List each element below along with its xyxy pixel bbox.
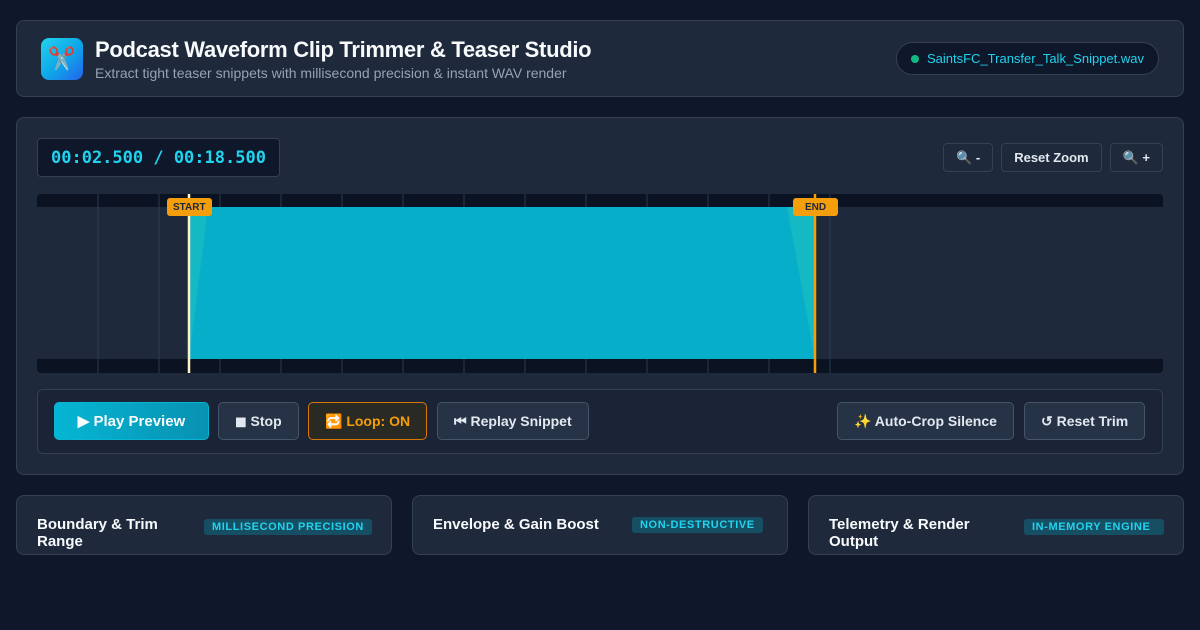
stop-button[interactable]: ◼ Stop (218, 402, 299, 440)
transport-bar: ▶ Play Preview ◼ Stop 🔁 Loop: ON ⏮ Repla… (37, 389, 1163, 454)
status-dot-icon (910, 54, 919, 63)
auto-crop-silence-button[interactable]: ✨ Auto-Crop Silence (837, 402, 1014, 440)
start-marker-label[interactable]: START (167, 198, 212, 216)
time-readout: 00:02.500 / 00:18.500 (37, 138, 280, 177)
app-subtitle: Extract tight teaser snippets with milli… (95, 65, 567, 81)
zoom-controls: 🔍 - Reset Zoom 🔍 + (943, 143, 1163, 172)
reset-trim-button[interactable]: ↺ Reset Trim (1024, 402, 1146, 440)
app-header: ✂️ Podcast Waveform Clip Trimmer & Tease… (16, 20, 1184, 97)
card-title: Envelope & Gain Boost (433, 516, 599, 533)
scissors-icon: ✂️ (41, 38, 83, 80)
boundary-trim-card: Boundary & Trim Range MILLISECOND PRECIS… (16, 495, 392, 555)
waveform-svg[interactable] (37, 194, 1163, 373)
loop-toggle-button[interactable]: 🔁 Loop: ON (308, 402, 428, 440)
zoom-in-button[interactable]: 🔍 + (1109, 143, 1163, 172)
file-name: SaintsFC_Transfer_Talk_Snippet.wav (926, 51, 1144, 66)
waveform-editor-panel: 00:02.500 / 00:18.500 🔍 - Reset Zoom 🔍 + (16, 117, 1184, 475)
card-title: Boundary & Trim Range (37, 516, 158, 550)
reset-zoom-button[interactable]: Reset Zoom (1001, 143, 1102, 172)
card-badge: NON-DESTRUCTIVE (632, 517, 763, 533)
play-preview-button[interactable]: ▶ Play Preview (54, 402, 209, 440)
telemetry-render-card: Telemetry & Render Output IN-MEMORY ENGI… (808, 495, 1184, 555)
card-badge: IN-MEMORY ENGINE (1024, 519, 1164, 535)
app-title: Podcast Waveform Clip Trimmer & Teaser S… (95, 37, 592, 62)
envelope-gain-card: Envelope & Gain Boost NON-DESTRUCTIVE (412, 495, 788, 555)
selected-region[interactable] (189, 207, 815, 359)
file-badge[interactable]: SaintsFC_Transfer_Talk_Snippet.wav (895, 42, 1159, 75)
waveform-canvas[interactable]: START END (37, 194, 1163, 373)
end-marker-label[interactable]: END (793, 198, 839, 216)
replay-snippet-button[interactable]: ⏮ Replay Snippet (437, 402, 589, 440)
zoom-out-button[interactable]: 🔍 - (943, 143, 994, 172)
card-badge: MILLISECOND PRECISION (204, 519, 372, 535)
card-title: Telemetry & Render Output (829, 516, 970, 550)
